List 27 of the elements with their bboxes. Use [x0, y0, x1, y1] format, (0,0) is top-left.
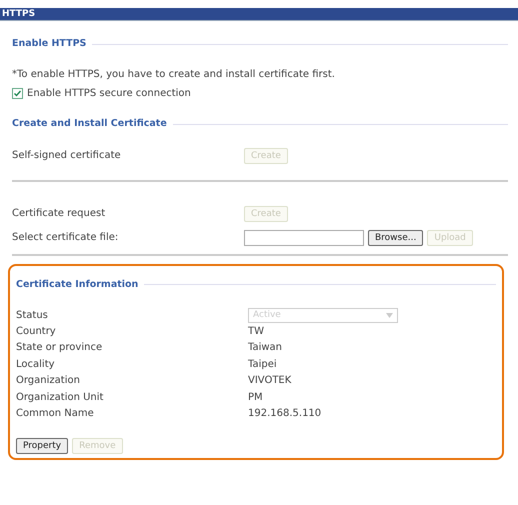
field-value: TW [248, 324, 264, 338]
caret-icon [386, 312, 393, 318]
field-label: State or province [16, 341, 104, 355]
field-label: Locality [16, 358, 56, 372]
field-value: PM [248, 390, 263, 404]
file-path-field[interactable] [244, 230, 364, 246]
field-label: Status [16, 308, 49, 323]
property-button[interactable]: Property [16, 438, 68, 454]
browse-button[interactable]: Browse... [368, 230, 424, 246]
section-legend: Certificate Information [16, 278, 138, 292]
field-value: 192.168.5.110 [248, 407, 322, 421]
field-value: Taiwan [248, 341, 282, 355]
checkbox-label: Enable HTTPS secure connection [27, 87, 191, 102]
field-label: Organization Unit [16, 390, 104, 404]
section-legend: Create and Install Certificate [12, 117, 167, 132]
field-label: Select certificate file: [12, 231, 120, 245]
field-value: Taipei [248, 358, 277, 372]
note-text: *To enable HTTPS, you have to create and install certificate first. [12, 68, 336, 82]
section-legend: Enable HTTPS [12, 37, 86, 52]
field-label: Self-signed certificate [12, 149, 122, 163]
field-label: Common Name [16, 407, 95, 421]
checkbox[interactable] [12, 88, 23, 100]
window-title: HTTPS [2, 8, 36, 20]
field-value: VIVOTEK [248, 374, 292, 388]
field-label: Organization [16, 374, 81, 388]
field-label: Country [16, 324, 57, 338]
field-label: Certificate request [12, 207, 106, 221]
